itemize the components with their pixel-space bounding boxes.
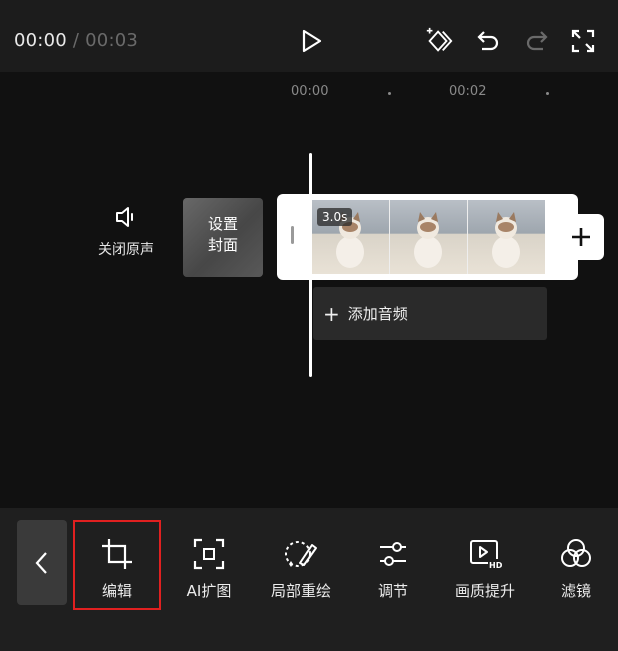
time-display: 00:00/00:03 bbox=[14, 30, 138, 51]
ruler-dot bbox=[546, 92, 549, 95]
add-audio-label: 添加音频 bbox=[347, 305, 408, 323]
filter-icon bbox=[536, 536, 616, 572]
redo-button[interactable] bbox=[522, 26, 552, 56]
cat-thumbnail bbox=[414, 212, 442, 268]
tool-label: 调节 bbox=[377, 582, 408, 600]
tool-label: 局部重绘 bbox=[270, 582, 331, 600]
hd-enhance-icon: HD bbox=[445, 536, 525, 572]
add-audio-button[interactable]: + 添加音频 bbox=[313, 287, 547, 340]
plus-icon bbox=[572, 228, 590, 246]
speaker-icon bbox=[116, 207, 133, 227]
chevron-left-icon bbox=[35, 551, 47, 574]
tool-filter[interactable]: 滤镜 bbox=[536, 520, 616, 610]
plus-icon: + bbox=[323, 301, 340, 326]
cover-label-line1: 设置 bbox=[207, 215, 238, 233]
tool-partial-redraw[interactable]: 局部重绘 bbox=[261, 520, 341, 610]
crop-icon bbox=[73, 536, 161, 572]
tool-edit[interactable]: 编辑 bbox=[73, 520, 161, 610]
play-icon bbox=[302, 29, 322, 53]
keyframe-icon bbox=[426, 27, 453, 52]
cover-label-line2: 封面 bbox=[207, 236, 238, 254]
play-button[interactable] bbox=[296, 26, 326, 56]
time-separator: / bbox=[72, 30, 80, 51]
svg-text:HD: HD bbox=[489, 561, 502, 570]
tool-label: 画质提升 bbox=[454, 582, 515, 600]
mute-original-audio-button[interactable]: 关闭原声 bbox=[88, 205, 164, 259]
mute-label: 关闭原声 bbox=[98, 242, 154, 258]
tool-ai-expand[interactable]: AI扩图 bbox=[169, 520, 249, 610]
clip-frame-thumbnail bbox=[468, 200, 545, 274]
clip-frame-thumbnail bbox=[390, 200, 468, 274]
set-cover-button[interactable]: 设置 封面 bbox=[183, 198, 263, 277]
tool-hd-enhance[interactable]: HD 画质提升 bbox=[445, 520, 525, 610]
video-clip[interactable] bbox=[277, 194, 578, 280]
fullscreen-icon bbox=[571, 29, 595, 53]
ruler-dot bbox=[388, 92, 391, 95]
back-button[interactable] bbox=[17, 520, 67, 605]
clip-duration-badge: 3.0s bbox=[317, 208, 353, 226]
fullscreen-button[interactable] bbox=[568, 26, 598, 56]
ruler-mark-1: 00:02 bbox=[449, 84, 487, 99]
cover-label: 设置 封面 bbox=[183, 214, 263, 256]
tool-label: AI扩图 bbox=[186, 582, 232, 600]
tool-label: 编辑 bbox=[101, 582, 132, 600]
tool-label: 滤镜 bbox=[560, 582, 591, 600]
partial-redraw-icon bbox=[261, 536, 341, 572]
undo-icon bbox=[477, 31, 499, 51]
adjust-sliders-icon bbox=[353, 536, 433, 572]
redo-icon bbox=[526, 31, 548, 51]
playhead[interactable] bbox=[309, 153, 312, 377]
keyframe-button[interactable] bbox=[424, 26, 454, 56]
undo-button[interactable] bbox=[473, 26, 503, 56]
current-time: 00:00 bbox=[14, 30, 67, 51]
tool-adjust[interactable]: 调节 bbox=[353, 520, 433, 610]
ai-expand-icon bbox=[169, 536, 249, 572]
top-bar: 00:00/00:03 bbox=[0, 0, 618, 72]
ruler-mark-0: 00:00 bbox=[291, 84, 329, 99]
add-clip-button[interactable] bbox=[558, 214, 604, 260]
cat-thumbnail bbox=[492, 212, 520, 268]
total-time: 00:03 bbox=[85, 30, 139, 51]
clip-trim-handle[interactable] bbox=[291, 226, 294, 244]
